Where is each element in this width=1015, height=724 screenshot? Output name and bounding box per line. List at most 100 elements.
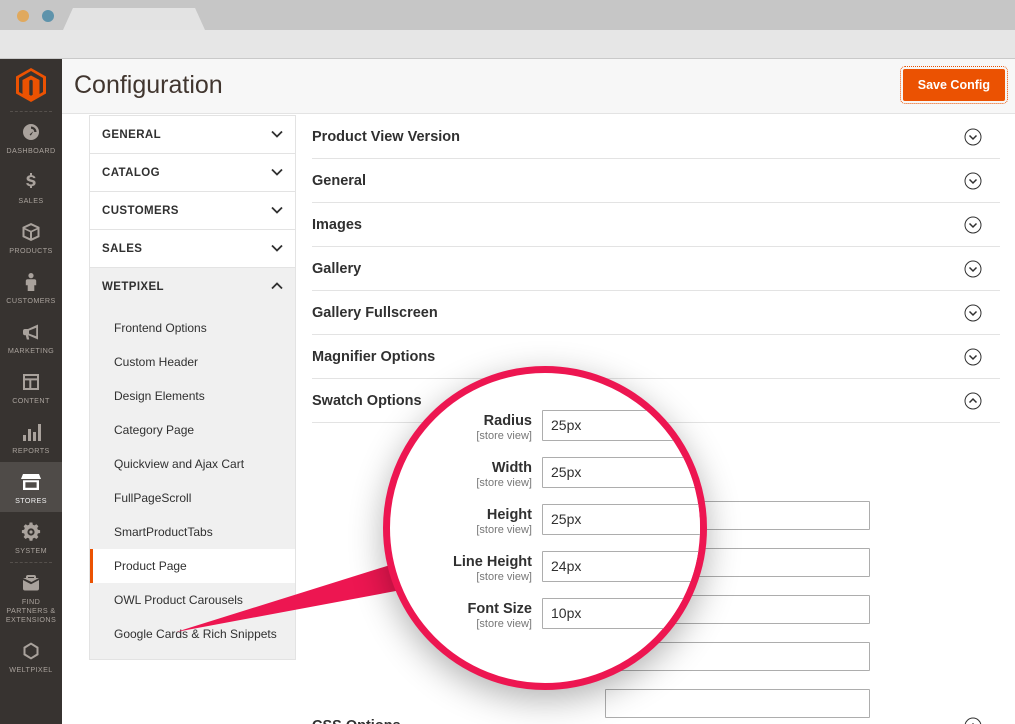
magnified-field-label: Height [383,507,532,523]
section-label: Gallery [312,261,361,277]
nav-item-label: CONTENT [2,396,60,405]
section-label: Product View Version [312,129,460,145]
browser-tab[interactable] [63,8,205,30]
config-subitem-quickview-and-ajax-cart[interactable]: Quickview and Ajax Cart [90,447,295,481]
nav-item-stores[interactable]: STORES [0,462,62,512]
nav-item-label: DASHBOARD [2,146,60,155]
config-section-label: SALES [102,243,142,255]
magnified-field-input[interactable]: 25px [542,457,707,488]
layout-icon [20,371,42,393]
page-title: Configuration [74,71,223,100]
config-subitem-fullpagescroll[interactable]: FullPageScroll [90,481,295,515]
nav-item-weltpixel[interactable]: WELTPIXEL [0,631,62,681]
nav-item-label: WELTPIXEL [2,665,60,674]
config-section-catalog[interactable]: CATALOG [89,153,296,191]
nav-item-products[interactable]: PRODUCTS [0,212,62,262]
magnified-field-scope: [store view] [383,618,532,630]
magnified-field-row: Font Size[store view]10px [390,597,700,644]
chevron-down-icon[interactable] [964,172,982,190]
section-general[interactable]: General [312,159,1000,203]
magnified-field-input[interactable]: 10px [542,598,707,629]
magnified-field-row: Width[store view]25px [390,456,700,503]
store-icon [20,471,42,493]
magnified-field-input[interactable]: 25px [542,504,707,535]
chevron-down-icon[interactable] [271,168,283,176]
config-section-label: WETPIXEL [102,281,164,293]
config-subitem-custom-header[interactable]: Custom Header [90,345,295,379]
nav-item-label: FIND PARTNERS & EXTENSIONS [2,597,60,624]
magnifier-lens: Radius[store view]25pxWidth[store view]2… [383,366,707,690]
nav-item-content[interactable]: CONTENT [0,362,62,412]
section-product-view-version[interactable]: Product View Version [312,115,1000,159]
magento-logo-icon [16,68,46,102]
section-css-options[interactable]: CSS Options [312,704,1000,724]
magnified-field-row: Height[store view]25px [390,503,700,550]
config-section-wetpixel[interactable]: WETPIXEL [89,267,296,305]
section-label: Gallery Fullscreen [312,305,438,321]
css-options-section: CSS Options Thumbnail Image Border [stor… [312,704,1000,724]
window-dot-right[interactable] [42,10,54,22]
person-icon [20,271,42,293]
section-gallery-fullscreen[interactable]: Gallery Fullscreen [312,291,1000,335]
magnified-field-input[interactable]: 25px [542,410,707,441]
bar-chart-icon [20,421,42,443]
section-label: General [312,173,366,189]
magnified-field-input[interactable]: 24px [542,551,707,582]
chevron-down-icon[interactable] [964,128,982,146]
chevron-up-icon[interactable] [964,717,982,724]
chevron-down-icon[interactable] [271,206,283,214]
app-root: DASHBOARD SALES PRODUCTS CUSTOMERS MARKETING… [0,0,1015,724]
section-gallery[interactable]: Gallery [312,247,1000,291]
config-subitem-list: Frontend OptionsCustom HeaderDesign Elem… [89,305,296,660]
briefcase-icon [20,572,42,594]
section-label: CSS Options [312,718,401,724]
nav-item-label: STORES [2,496,60,505]
config-subitem-owl-product-carousels[interactable]: OWL Product Carousels [90,583,295,617]
chevron-up-icon[interactable] [964,392,982,410]
chevron-down-icon[interactable] [964,216,982,234]
chevron-down-icon[interactable] [964,260,982,278]
magento-logo[interactable] [0,59,62,111]
config-section-general[interactable]: GENERAL [89,115,296,153]
section-images[interactable]: Images [312,203,1000,247]
dollar-icon [20,171,42,193]
magnified-field-label: Font Size [383,601,532,617]
save-config-button[interactable]: Save Config [903,69,1005,101]
chevron-down-icon[interactable] [271,130,283,138]
page-header: Configuration Save Config [62,59,1015,114]
config-subitem-product-page[interactable]: Product Page [90,549,295,583]
nav-item-label: CUSTOMERS [2,296,60,305]
chevron-down-icon[interactable] [964,348,982,366]
nav-item-sales[interactable]: SALES [0,162,62,212]
config-section-label: GENERAL [102,129,161,141]
chevron-down-icon[interactable] [964,304,982,322]
nav-item-label: MARKETING [2,346,60,355]
nav-item-label: SALES [2,196,60,205]
section-label: Magnifier Options [312,349,435,365]
config-subitem-frontend-options[interactable]: Frontend Options [90,311,295,345]
nav-item-find-partners-extensions[interactable]: FIND PARTNERS & EXTENSIONS [0,563,62,631]
config-subitem-design-elements[interactable]: Design Elements [90,379,295,413]
nav-item-reports[interactable]: REPORTS [0,412,62,462]
chevron-down-icon[interactable] [271,244,283,252]
magnified-field-label: Radius [383,413,532,429]
nav-item-marketing[interactable]: MARKETING [0,312,62,362]
config-subitem-google-cards-rich-snippets[interactable]: Google Cards & Rich Snippets [90,617,295,651]
magnifier-content: Radius[store view]25pxWidth[store view]2… [390,373,700,683]
config-subitem-smartproducttabs[interactable]: SmartProductTabs [90,515,295,549]
nav-item-label: SYSTEM [2,546,60,555]
nav-item-label: PRODUCTS [2,246,60,255]
nav-item-customers[interactable]: CUSTOMERS [0,262,62,312]
config-section-customers[interactable]: CUSTOMERS [89,191,296,229]
config-section-label: CUSTOMERS [102,205,179,217]
nav-item-dashboard[interactable]: DASHBOARD [0,112,62,162]
hexagon-icon [20,640,42,662]
nav-item-system[interactable]: SYSTEM [0,512,62,562]
chevron-up-icon[interactable] [271,282,283,290]
config-section-sales[interactable]: SALES [89,229,296,267]
nav-item-label: REPORTS [2,446,60,455]
config-subitem-category-page[interactable]: Category Page [90,413,295,447]
dashboard-icon [20,121,42,143]
window-dot-left[interactable] [17,10,29,22]
magnified-field-label: Width [383,460,532,476]
